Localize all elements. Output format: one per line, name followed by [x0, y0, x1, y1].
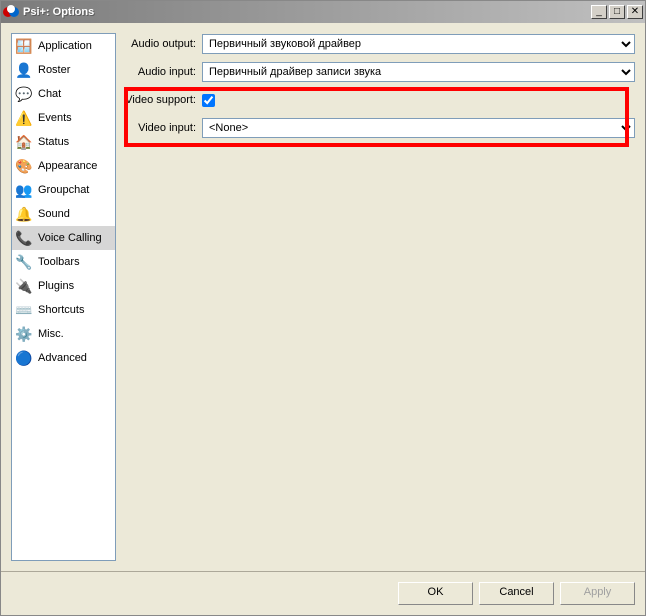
sidebar-item-label: Advanced — [38, 352, 109, 364]
audio-input-label: Audio input: — [124, 66, 202, 78]
misc--icon: ⚙️ — [16, 326, 32, 342]
options-window: Psi+: Options _ □ ✕ 🪟 Application 👤 Roster 💬… — [0, 0, 646, 616]
sidebar-item-voice-calling[interactable]: 📞 Voice Calling — [12, 226, 115, 250]
sidebar-item-label: Chat — [38, 88, 109, 100]
app-icon — [3, 4, 19, 20]
sidebar-item-sound[interactable]: 🔔 Sound — [12, 202, 115, 226]
sidebar-item-events[interactable]: ⚠️ Events — [12, 106, 115, 130]
shortcuts-icon: ⌨️ — [16, 302, 32, 318]
roster-icon: 👤 — [16, 62, 32, 78]
video-support-checkbox[interactable] — [202, 94, 215, 107]
main-panel: Audio output: Первичный звуковой драйвер… — [124, 33, 635, 561]
sidebar-item-label: Groupchat — [38, 184, 109, 196]
sidebar-item-label: Application — [38, 40, 109, 52]
sidebar: 🪟 Application 👤 Roster 💬 Chat ⚠️ Events 🏠 Status 🎨… — [11, 33, 116, 561]
sidebar-item-chat[interactable]: 💬 Chat — [12, 82, 115, 106]
sidebar-item-status[interactable]: 🏠 Status — [12, 130, 115, 154]
audio-output-select[interactable]: Первичный звуковой драйвер — [202, 34, 635, 54]
sidebar-item-groupchat[interactable]: 👥 Groupchat — [12, 178, 115, 202]
appearance-icon: 🎨 — [16, 158, 32, 174]
sidebar-item-label: Status — [38, 136, 109, 148]
sound-icon: 🔔 — [16, 206, 32, 222]
close-button[interactable]: ✕ — [627, 5, 643, 19]
audio-input-select[interactable]: Первичный драйвер записи звука — [202, 62, 635, 82]
advanced-icon: 🔵 — [16, 350, 32, 366]
video-input-label: Video input: — [124, 122, 202, 134]
minimize-button[interactable]: _ — [591, 5, 607, 19]
titlebar: Psi+: Options _ □ ✕ — [1, 1, 645, 23]
sidebar-item-label: Events — [38, 112, 109, 124]
plugins-icon: 🔌 — [16, 278, 32, 294]
window-title: Psi+: Options — [23, 6, 591, 18]
audio-output-row: Audio output: Первичный звуковой драйвер — [124, 33, 635, 55]
form-area: Audio output: Первичный звуковой драйвер… — [124, 33, 635, 139]
video-input-row: Video input: <None> — [124, 117, 635, 139]
sidebar-item-plugins[interactable]: 🔌 Plugins — [12, 274, 115, 298]
sidebar-item-application[interactable]: 🪟 Application — [12, 34, 115, 58]
groupchat-icon: 👥 — [16, 182, 32, 198]
sidebar-item-label: Appearance — [38, 160, 109, 172]
sidebar-item-roster[interactable]: 👤 Roster — [12, 58, 115, 82]
sidebar-item-label: Misc. — [38, 328, 109, 340]
video-support-label: Video support: — [124, 94, 202, 106]
sidebar-item-advanced[interactable]: 🔵 Advanced — [12, 346, 115, 370]
sidebar-item-label: Sound — [38, 208, 109, 220]
sidebar-item-misc-[interactable]: ⚙️ Misc. — [12, 322, 115, 346]
footer: OK Cancel Apply — [1, 571, 645, 615]
video-input-select[interactable]: <None> — [202, 118, 635, 138]
sidebar-item-label: Shortcuts — [38, 304, 109, 316]
voice-calling-icon: 📞 — [16, 230, 32, 246]
chat-icon: 💬 — [16, 86, 32, 102]
video-support-row: Video support: — [124, 89, 635, 111]
events-icon: ⚠️ — [16, 110, 32, 126]
apply-button[interactable]: Apply — [560, 582, 635, 605]
sidebar-item-toolbars[interactable]: 🔧 Toolbars — [12, 250, 115, 274]
toolbars-icon: 🔧 — [16, 254, 32, 270]
status-icon: 🏠 — [16, 134, 32, 150]
maximize-button[interactable]: □ — [609, 5, 625, 19]
sidebar-item-label: Roster — [38, 64, 109, 76]
sidebar-item-label: Toolbars — [38, 256, 109, 268]
sidebar-item-shortcuts[interactable]: ⌨️ Shortcuts — [12, 298, 115, 322]
sidebar-item-label: Plugins — [38, 280, 109, 292]
audio-input-row: Audio input: Первичный драйвер записи зв… — [124, 61, 635, 83]
ok-button[interactable]: OK — [398, 582, 473, 605]
audio-output-label: Audio output: — [124, 38, 202, 50]
sidebar-item-label: Voice Calling — [38, 232, 109, 244]
sidebar-item-appearance[interactable]: 🎨 Appearance — [12, 154, 115, 178]
application-icon: 🪟 — [16, 38, 32, 54]
cancel-button[interactable]: Cancel — [479, 582, 554, 605]
